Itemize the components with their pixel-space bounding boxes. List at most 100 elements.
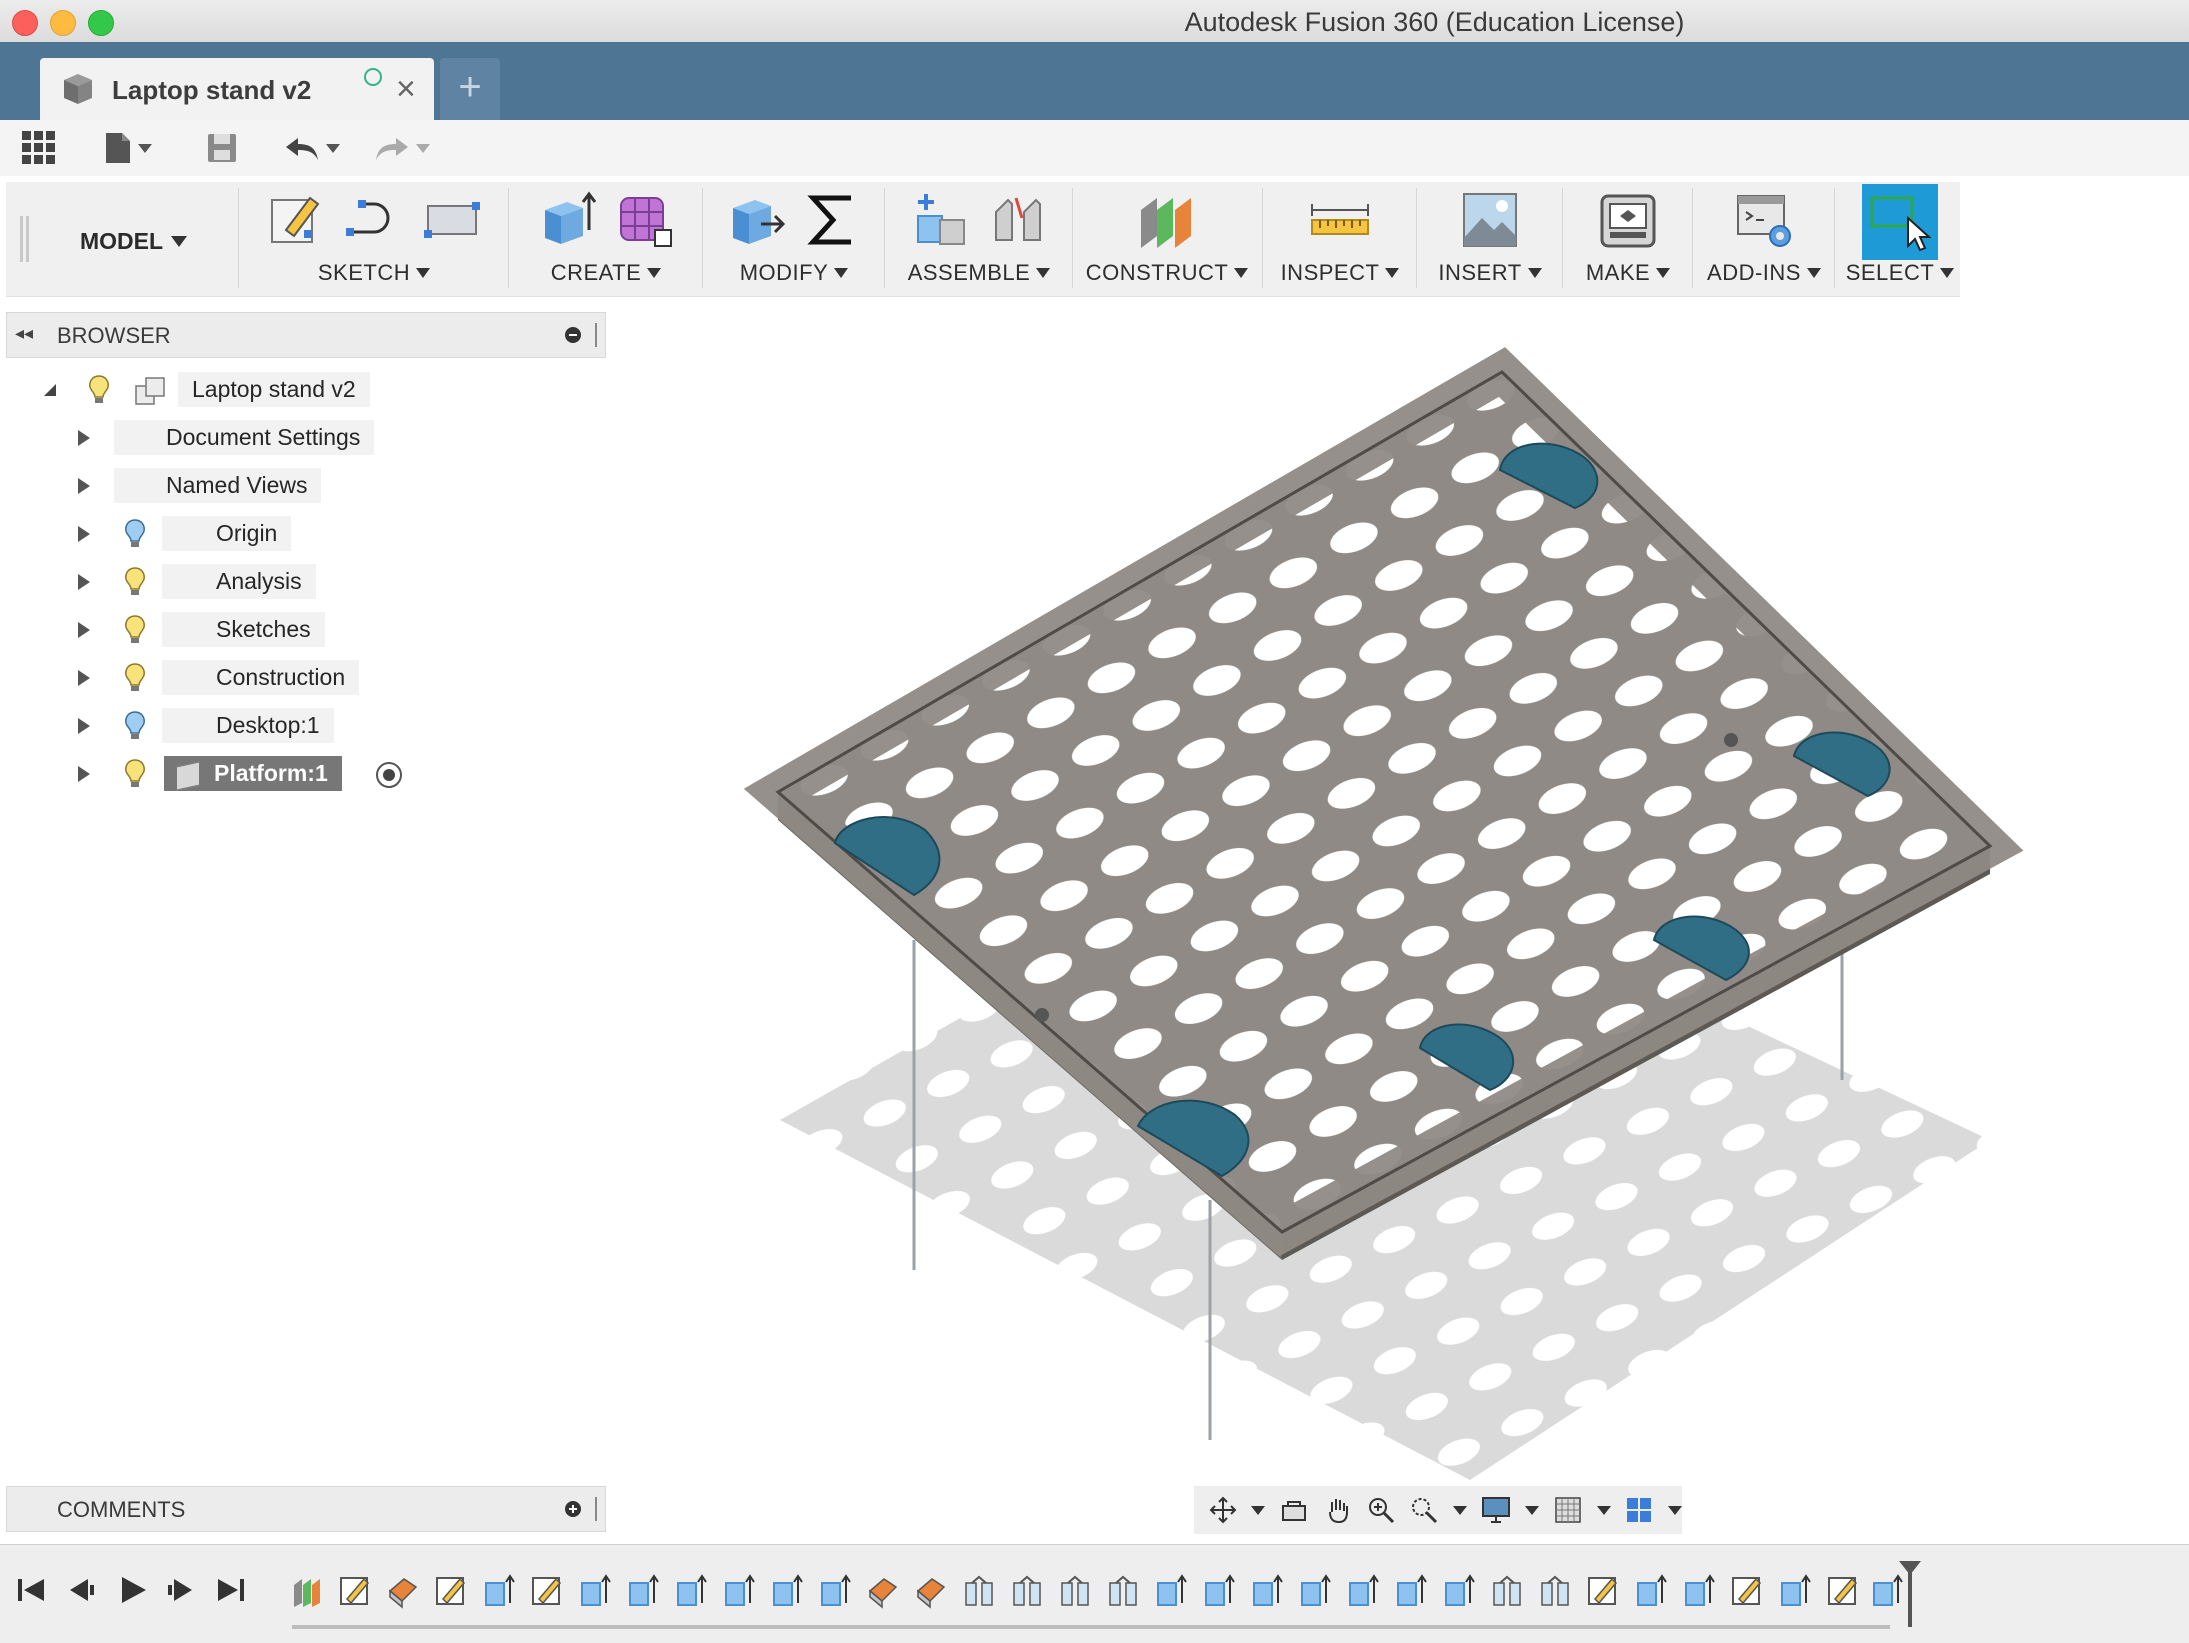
timeline-joint-icon[interactable] — [1538, 1573, 1572, 1609]
create-sketch-icon[interactable] — [266, 190, 326, 250]
timeline-extrude-icon[interactable] — [578, 1573, 612, 1609]
go-to-start-icon[interactable] — [16, 1575, 46, 1605]
activate-component-icon[interactable] — [374, 760, 404, 790]
file-menu-button[interactable] — [104, 126, 152, 170]
panel-pin-icon[interactable] — [595, 1497, 597, 1521]
insert-menu[interactable]: INSERT — [1422, 260, 1558, 286]
timeline-marker[interactable] — [1899, 1561, 1921, 1627]
timeline-extrude-icon[interactable] — [818, 1573, 852, 1609]
joint-icon[interactable] — [988, 190, 1048, 250]
visibility-bulb-icon[interactable] — [124, 662, 146, 694]
timeline-extrude-icon[interactable] — [1778, 1573, 1812, 1609]
timeline-extrude-icon[interactable] — [1298, 1573, 1332, 1609]
zoom-button[interactable] — [1366, 1495, 1395, 1525]
add-ins-menu[interactable]: ADD-INS — [1698, 260, 1830, 286]
tree-item-label[interactable]: Named Views — [114, 468, 322, 503]
play-icon[interactable] — [118, 1575, 148, 1605]
timeline-fillet-icon[interactable] — [386, 1573, 420, 1609]
timeline-sketch-icon[interactable] — [338, 1573, 372, 1609]
timeline-joint-icon[interactable] — [962, 1573, 996, 1609]
save-button[interactable] — [206, 126, 238, 170]
expand-arrow-icon[interactable] — [78, 622, 90, 638]
3d-print-icon[interactable] — [1598, 190, 1658, 250]
expand-arrow-icon[interactable] — [78, 478, 90, 494]
timeline-extrude-icon[interactable] — [674, 1573, 708, 1609]
extrude-icon[interactable] — [537, 190, 597, 250]
tree-item-label[interactable]: Origin — [162, 516, 292, 551]
chevron-down-icon[interactable] — [1453, 1505, 1468, 1515]
timeline-extrude-icon[interactable] — [626, 1573, 660, 1609]
tree-item-label[interactable]: Desktop:1 — [162, 708, 334, 743]
tree-item-label[interactable]: Sketches — [162, 612, 325, 647]
timeline-joint-icon[interactable] — [1010, 1573, 1044, 1609]
timeline-joint-icon[interactable] — [1490, 1573, 1524, 1609]
timeline-extrude-icon[interactable] — [1442, 1573, 1476, 1609]
timeline-extrude-icon[interactable] — [1250, 1573, 1284, 1609]
timeline-sketch-icon[interactable] — [1730, 1573, 1764, 1609]
modify-menu[interactable]: MODIFY — [708, 260, 880, 286]
rectangle-tool-icon[interactable] — [422, 190, 482, 250]
orbit-button[interactable] — [1208, 1495, 1237, 1525]
timeline-sketch-icon[interactable] — [530, 1573, 564, 1609]
timeline-extrude-icon[interactable] — [1346, 1573, 1380, 1609]
visibility-bulb-icon[interactable] — [124, 518, 146, 550]
expand-arrow-icon[interactable] — [78, 718, 90, 734]
step-back-icon[interactable] — [66, 1575, 96, 1605]
sketch-menu[interactable]: SKETCH — [246, 260, 502, 286]
expand-arrow-icon[interactable] — [78, 670, 90, 686]
collapse-panel-icon[interactable]: ◂◂ — [15, 323, 33, 344]
timeline-fillet-icon[interactable] — [914, 1573, 948, 1609]
visibility-bulb-icon[interactable] — [88, 374, 110, 406]
timeline-extrude-icon[interactable] — [1394, 1573, 1428, 1609]
tree-item-label[interactable]: Analysis — [162, 564, 316, 599]
pan-button[interactable] — [1323, 1495, 1352, 1525]
expand-arrow-icon[interactable] — [78, 526, 90, 542]
timeline-extrude-icon[interactable] — [722, 1573, 756, 1609]
model-canvas[interactable] — [610, 300, 2189, 1480]
timeline-extrude-icon[interactable] — [1682, 1573, 1716, 1609]
timeline-sketch-icon[interactable] — [1586, 1573, 1620, 1609]
timeline-sketch-icon[interactable] — [434, 1573, 468, 1609]
make-menu[interactable]: MAKE — [1568, 260, 1688, 286]
workspace-switcher[interactable]: MODEL — [80, 228, 188, 255]
inspect-menu[interactable]: INSPECT — [1268, 260, 1412, 286]
timeline-extrude-icon[interactable] — [482, 1573, 516, 1609]
look-at-button[interactable] — [1279, 1495, 1308, 1525]
timeline-sketch-icon[interactable] — [1826, 1573, 1860, 1609]
minimize-panel-icon[interactable] — [565, 327, 581, 343]
timeline-fillet-icon[interactable] — [866, 1573, 900, 1609]
visibility-bulb-icon[interactable] — [124, 758, 146, 790]
chevron-down-icon[interactable] — [1251, 1505, 1266, 1515]
go-to-end-icon[interactable] — [216, 1575, 246, 1605]
insert-image-icon[interactable] — [1460, 190, 1520, 250]
timeline-extrude-icon[interactable] — [1154, 1573, 1188, 1609]
timeline-extrude-icon[interactable] — [1870, 1573, 1904, 1609]
tree-root-label[interactable]: Laptop stand v2 — [178, 372, 370, 407]
display-settings-button[interactable] — [1481, 1495, 1511, 1525]
visibility-bulb-icon[interactable] — [124, 566, 146, 598]
chevron-down-icon[interactable] — [1596, 1505, 1611, 1515]
add-comment-icon[interactable] — [565, 1501, 581, 1517]
tree-item-label[interactable]: Construction — [162, 660, 360, 695]
visibility-bulb-icon[interactable] — [124, 614, 146, 646]
visibility-bulb-icon[interactable] — [124, 710, 146, 742]
tree-item-label[interactable]: Document Settings — [114, 420, 375, 455]
timeline-extrude-icon[interactable] — [770, 1573, 804, 1609]
timeline-plane-icon[interactable] — [290, 1573, 324, 1609]
new-tab-button[interactable]: + — [440, 58, 500, 120]
timeline-extrude-icon[interactable] — [1202, 1573, 1236, 1609]
3d-viewport[interactable] — [610, 300, 2189, 1480]
panel-pin-icon[interactable] — [595, 323, 597, 347]
chevron-down-icon[interactable] — [1667, 1505, 1682, 1515]
construct-menu[interactable]: CONSTRUCT — [1078, 260, 1256, 286]
assemble-menu[interactable]: ASSEMBLE — [890, 260, 1068, 286]
document-tab[interactable]: Laptop stand v2 × — [40, 58, 434, 120]
redo-button[interactable] — [374, 126, 430, 170]
grid-settings-button[interactable] — [1553, 1495, 1582, 1525]
chevron-down-icon[interactable] — [1525, 1505, 1540, 1515]
fit-button[interactable] — [1410, 1495, 1439, 1525]
select-tool-button[interactable] — [1862, 184, 1938, 260]
parameters-sigma-icon[interactable] — [803, 190, 863, 250]
data-panel-button[interactable] — [22, 126, 56, 170]
expand-arrow-icon[interactable] — [78, 430, 90, 446]
